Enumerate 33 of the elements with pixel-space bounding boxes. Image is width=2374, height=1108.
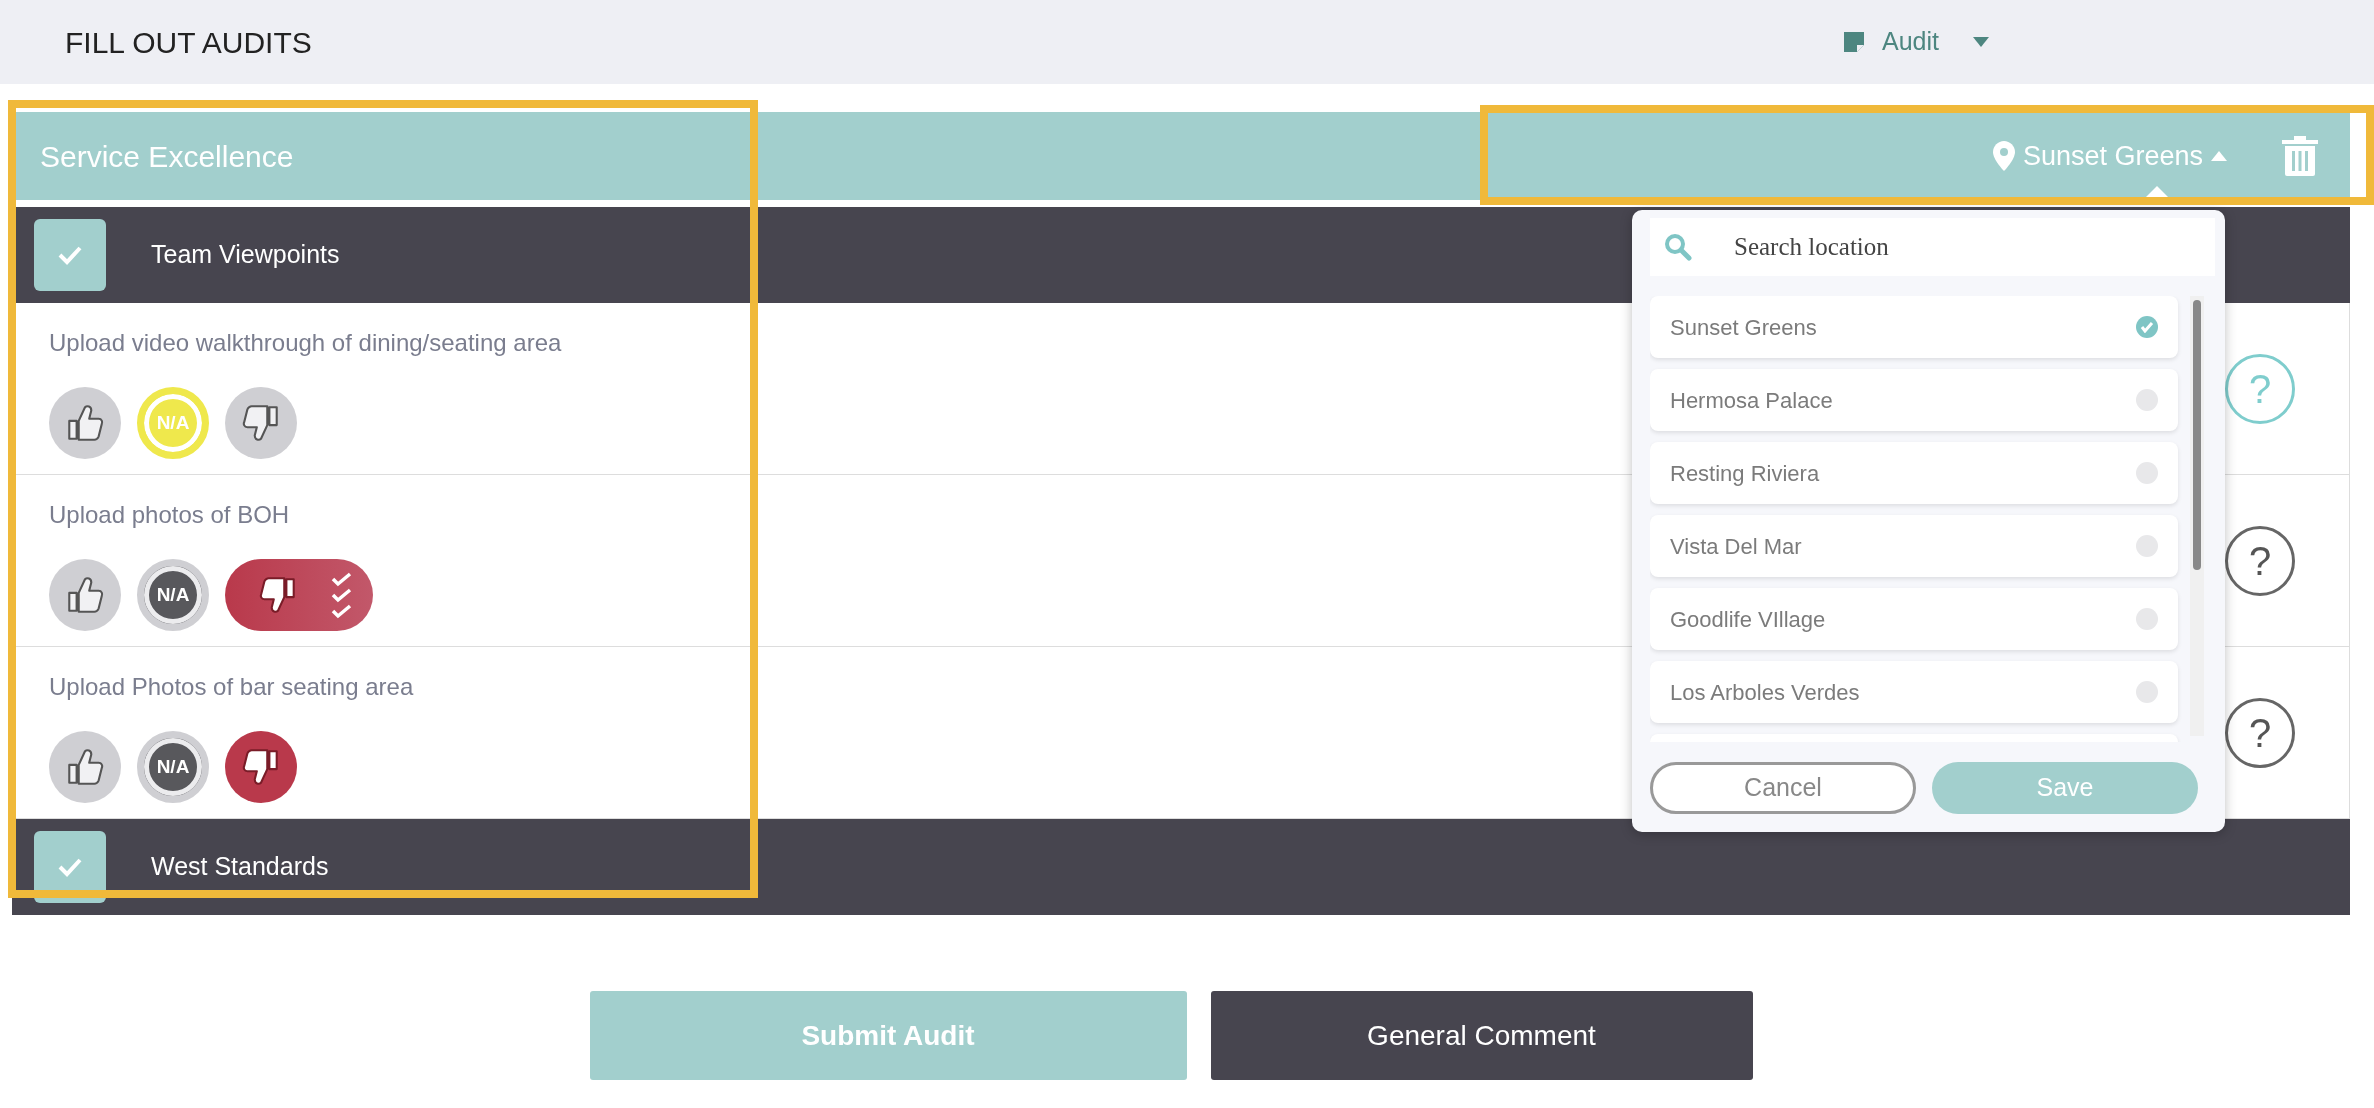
location-option[interactable]: Hermosa Palace (1650, 369, 2178, 431)
location-option[interactable]: Sunset Greens (1650, 296, 2178, 358)
help-button[interactable]: ? (2225, 525, 2295, 596)
category-title: Team Viewpoints (151, 239, 340, 271)
caret-down-icon (1973, 37, 1989, 47)
cancel-button[interactable]: Cancel (1650, 762, 1916, 814)
help-button[interactable]: ? (2225, 697, 2295, 768)
search-icon (1664, 233, 1692, 261)
category-checkbox[interactable] (34, 219, 106, 291)
question-text: Upload Photos of bar seating area (49, 672, 414, 702)
page-title: FILL OUT AUDITS (65, 24, 312, 61)
question-text: Upload photos of BOH (49, 500, 290, 530)
checklist-icon (330, 571, 354, 619)
question-text: Upload video walkthrough of dining/seating area (49, 328, 562, 358)
search-field[interactable]: Search location (1732, 227, 2132, 267)
caret-up-icon (2211, 151, 2227, 161)
na-button[interactable]: N/A (137, 731, 209, 803)
scrollbar[interactable] (2190, 296, 2204, 736)
check-icon (2140, 321, 2154, 333)
search-bar[interactable]: Search location (1650, 218, 2215, 276)
location-option[interactable]: Los Arboles Verdes (1650, 661, 2178, 723)
location-option[interactable]: Vista Del Mar (1650, 515, 2178, 577)
na-button[interactable]: N/A (137, 559, 209, 631)
check-icon (57, 245, 83, 265)
note-icon (1842, 30, 1866, 54)
audit-menu[interactable]: Audit (1842, 23, 1989, 61)
location-option[interactable]: Goodlife VIllage (1650, 588, 2178, 650)
check-icon (57, 857, 83, 877)
location-option[interactable]: Resting Riviera (1650, 442, 2178, 504)
category-title: West Standards (151, 851, 329, 883)
section-title: Service Excellence (40, 138, 294, 175)
comment-button[interactable]: General Comment (1210, 991, 1753, 1080)
pin-icon (1992, 141, 2015, 171)
